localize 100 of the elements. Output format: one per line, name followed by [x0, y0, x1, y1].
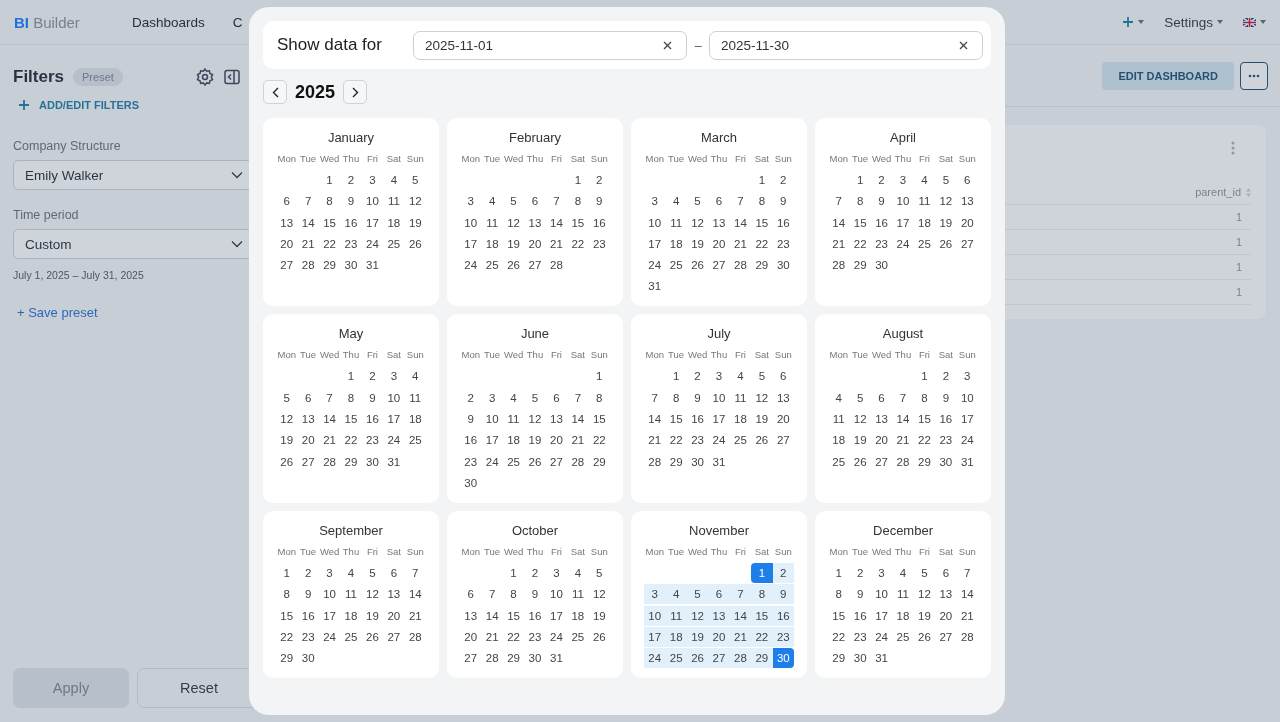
calendar-day[interactable]: 6 [276, 191, 298, 212]
calendar-day[interactable]: 25 [665, 255, 687, 276]
calendar-day[interactable]: 12 [404, 191, 426, 212]
calendar-day[interactable]: 5 [686, 584, 709, 605]
calendar-day[interactable]: 4 [828, 387, 850, 408]
calendar-day[interactable]: 27 [545, 451, 568, 472]
calendar-day[interactable]: 26 [524, 451, 546, 472]
calendar-day[interactable]: 11 [729, 387, 752, 408]
calendar-day[interactable]: 1 [665, 366, 687, 387]
calendar-day[interactable]: 9 [772, 191, 794, 212]
calendar-day[interactable]: 30 [460, 472, 482, 493]
calendar-day[interactable]: 7 [828, 191, 850, 212]
calendar-day[interactable]: 25 [567, 626, 589, 647]
calendar-day[interactable]: 16 [361, 409, 384, 430]
calendar-day[interactable]: 19 [935, 212, 957, 233]
calendar-day[interactable]: 23 [686, 430, 709, 451]
start-date-field[interactable]: 2025-11-01 [413, 30, 687, 60]
calendar-day[interactable]: 21 [956, 605, 978, 626]
calendar-day[interactable]: 15 [665, 409, 687, 430]
calendar-day[interactable]: 16 [524, 605, 546, 626]
calendar-day[interactable]: 22 [588, 430, 610, 451]
calendar-day[interactable]: 25 [502, 451, 525, 472]
calendar-day[interactable]: 25 [913, 233, 936, 254]
calendar-day[interactable]: 16 [460, 430, 482, 451]
calendar-day[interactable]: 4 [665, 584, 687, 605]
calendar-day[interactable]: 15 [567, 212, 589, 233]
calendar-day[interactable]: 27 [772, 430, 794, 451]
calendar-day[interactable]: 15 [318, 212, 341, 233]
next-year-button[interactable] [343, 80, 368, 104]
calendar-day[interactable]: 10 [545, 584, 568, 605]
calendar-day[interactable]: 5 [913, 562, 936, 583]
calendar-day[interactable]: 1 [340, 366, 362, 387]
calendar-day[interactable]: 10 [644, 605, 666, 626]
calendar-day[interactable]: 1 [751, 170, 773, 190]
calendar-day[interactable]: 17 [481, 430, 503, 451]
calendar-day[interactable]: 9 [870, 191, 893, 212]
calendar-day[interactable]: 24 [644, 648, 666, 669]
calendar-day[interactable]: 30 [849, 648, 871, 669]
calendar-day[interactable]: 19 [502, 233, 525, 254]
calendar-day[interactable]: 30 [935, 451, 957, 472]
calendar-day[interactable]: 22 [318, 233, 341, 254]
calendar-day[interactable]: 14 [318, 409, 341, 430]
calendar-day[interactable]: 25 [665, 648, 687, 669]
calendar-day[interactable]: 28 [729, 255, 752, 276]
calendar-day[interactable]: 12 [276, 409, 298, 430]
calendar-day[interactable]: 27 [935, 626, 957, 647]
calendar-day[interactable]: 6 [524, 191, 546, 212]
calendar-day[interactable]: 12 [361, 584, 384, 605]
calendar-day[interactable]: 10 [956, 387, 978, 408]
calendar-day[interactable]: 18 [502, 430, 525, 451]
calendar-day[interactable]: 3 [545, 562, 568, 583]
calendar-day[interactable]: 16 [849, 605, 871, 626]
calendar-day[interactable]: 18 [892, 605, 914, 626]
calendar-day[interactable]: 3 [956, 366, 978, 387]
calendar-day[interactable]: 31 [361, 255, 384, 276]
calendar-day[interactable]: 2 [935, 366, 957, 387]
calendar-day[interactable]: 22 [502, 626, 525, 647]
calendar-day[interactable]: 19 [276, 430, 298, 451]
calendar-day[interactable]: 12 [849, 409, 871, 430]
calendar-day[interactable]: 24 [956, 430, 978, 451]
more-button[interactable] [1240, 61, 1268, 90]
calendar-day[interactable]: 18 [481, 233, 503, 254]
calendar-day[interactable]: 21 [892, 430, 914, 451]
calendar-day[interactable]: 16 [772, 212, 794, 233]
calendar-day[interactable]: 23 [588, 233, 610, 254]
calendar-day[interactable]: 26 [404, 233, 426, 254]
calendar-day[interactable]: 16 [772, 605, 794, 626]
calendar-day[interactable]: 5 [502, 191, 525, 212]
calendar-day[interactable]: 6 [870, 387, 893, 408]
calendar-day[interactable]: 23 [870, 233, 893, 254]
calendar-day[interactable]: 13 [956, 191, 978, 212]
calendar-day[interactable]: 24 [318, 626, 341, 647]
calendar-day[interactable]: 1 [588, 366, 610, 387]
calendar-day[interactable]: 4 [340, 562, 362, 583]
calendar-day[interactable]: 29 [665, 451, 687, 472]
calendar-day[interactable]: 29 [913, 451, 936, 472]
calendar-day[interactable]: 8 [849, 191, 871, 212]
calendar-day[interactable]: 12 [913, 584, 936, 605]
calendar-day[interactable]: 28 [729, 648, 752, 669]
calendar-day[interactable]: 22 [913, 430, 936, 451]
calendar-day[interactable]: 15 [751, 605, 773, 626]
calendar-day[interactable]: 15 [913, 409, 936, 430]
calendar-day[interactable]: 6 [956, 170, 978, 190]
calendar-day[interactable]: 19 [686, 626, 709, 647]
calendar-day[interactable]: 11 [481, 212, 503, 233]
calendar-day[interactable]: 10 [870, 584, 893, 605]
calendar-day[interactable]: 23 [460, 451, 482, 472]
calendar-day[interactable]: 6 [545, 387, 568, 408]
calendar-day[interactable]: 23 [340, 233, 362, 254]
calendar-day[interactable]: 7 [318, 387, 341, 408]
calendar-day[interactable]: 30 [524, 648, 546, 669]
calendar-day[interactable]: 20 [276, 233, 298, 254]
calendar-day[interactable]: 21 [481, 626, 503, 647]
calendar-day[interactable]: 31 [956, 451, 978, 472]
calendar-day[interactable]: 3 [383, 366, 405, 387]
calendar-day[interactable]: 31 [644, 276, 666, 297]
calendar-day[interactable]: 13 [545, 409, 568, 430]
calendar-day[interactable]: 28 [892, 451, 914, 472]
calendar-day[interactable]: 15 [828, 605, 850, 626]
calendar-day[interactable]: 3 [870, 562, 893, 583]
